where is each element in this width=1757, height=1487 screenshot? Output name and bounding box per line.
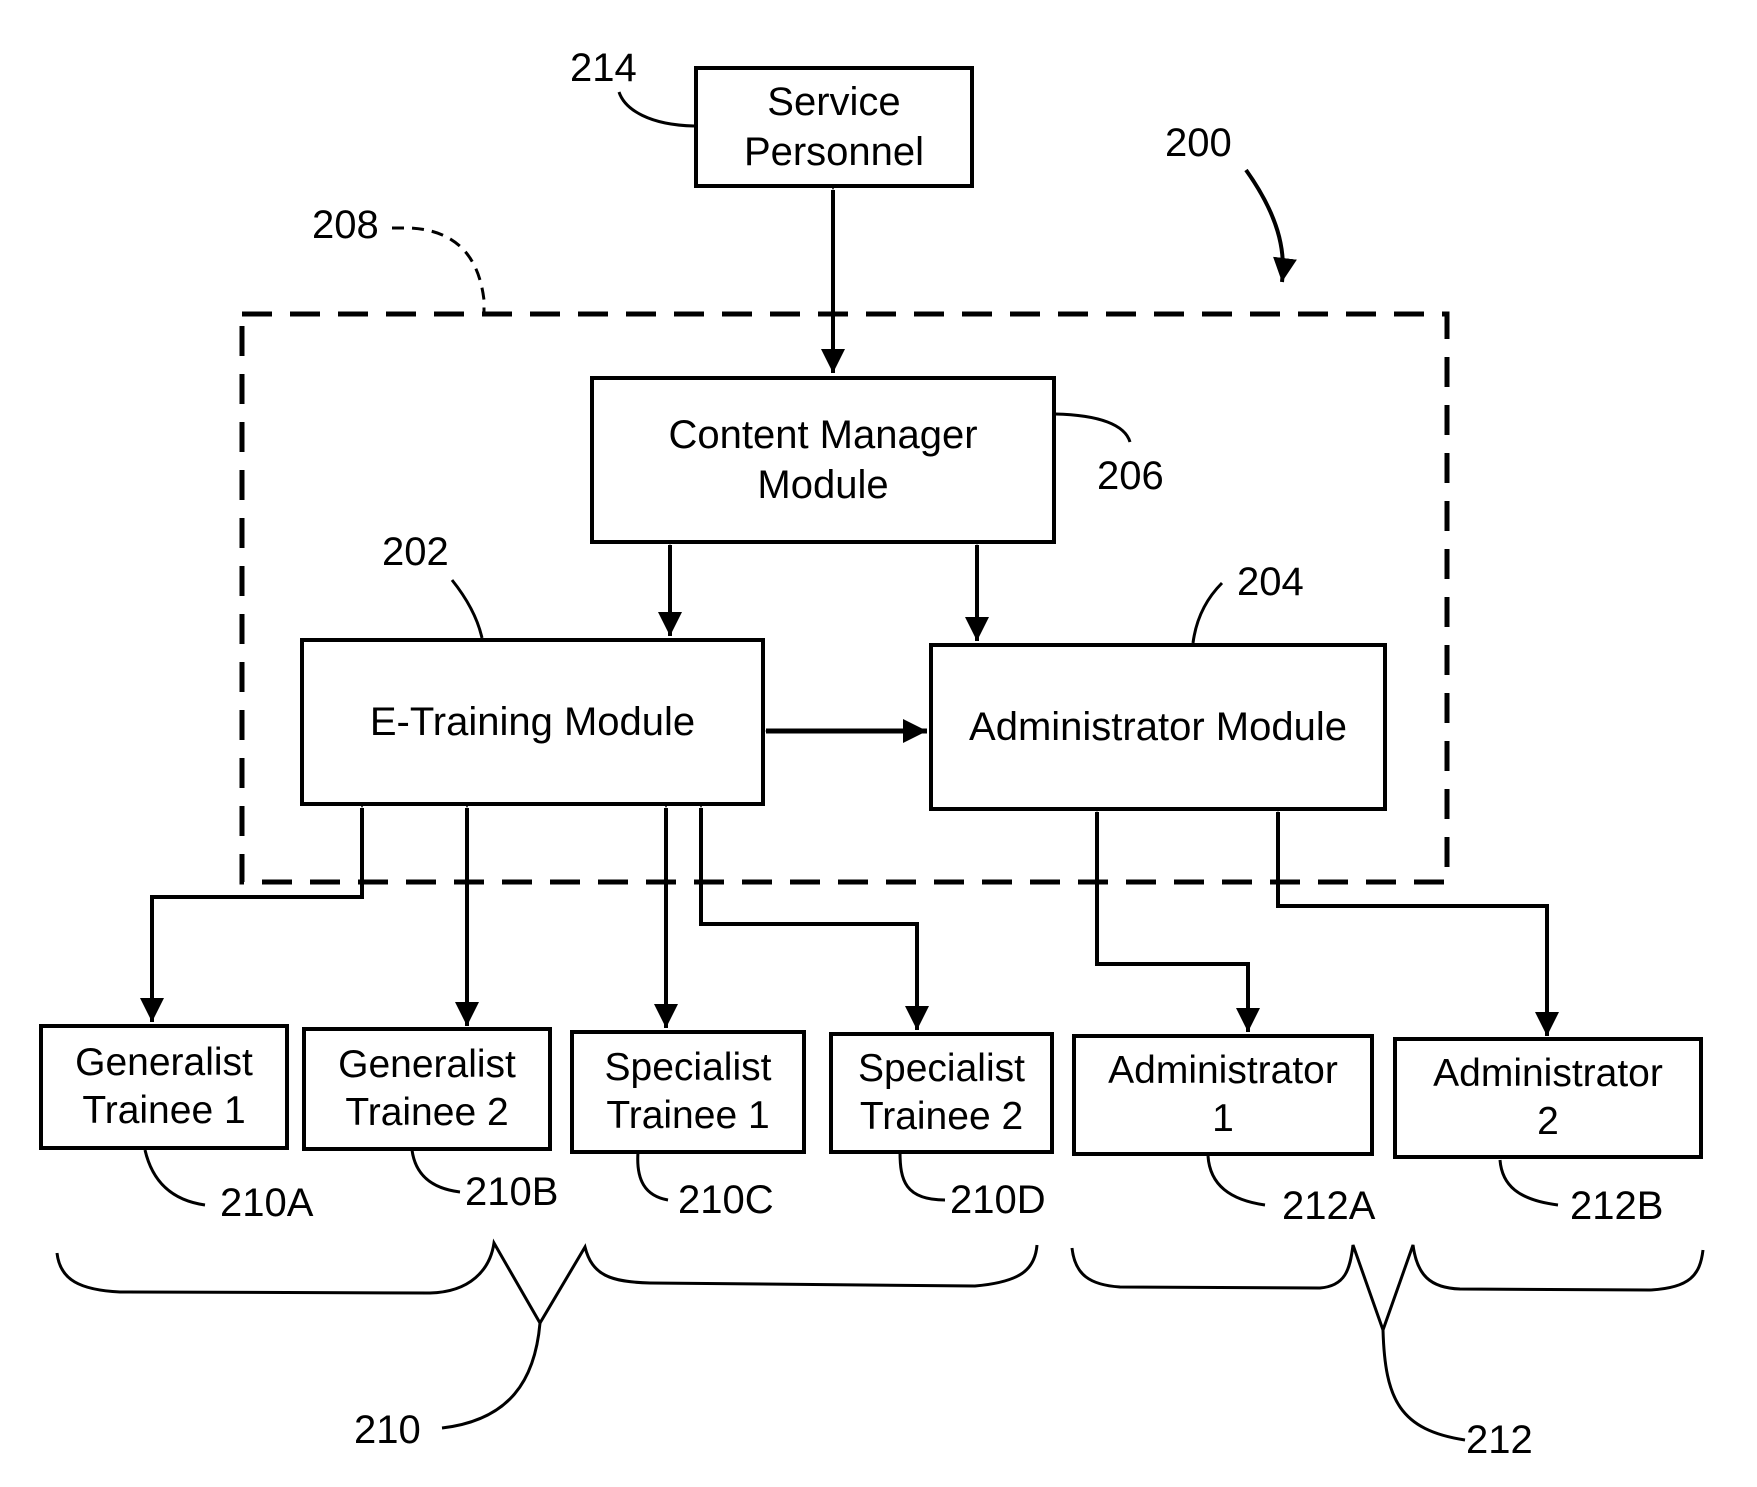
box-label-line: 2 (1537, 1100, 1559, 1143)
box-label-line: Administrator (1108, 1049, 1338, 1092)
leader-214 (617, 91, 695, 128)
administrator-2-box: Administrator 2 (1393, 1037, 1703, 1159)
leader-204 (1191, 581, 1224, 644)
ref-210B: 210B (465, 1170, 559, 1214)
box-label-line: Trainee 2 (859, 1095, 1024, 1138)
administrator-module-box: Administrator Module (929, 643, 1387, 811)
ref-212B: 212B (1570, 1184, 1664, 1228)
leader-208 (392, 226, 486, 314)
ref-208: 208 (312, 203, 379, 247)
ref-212A: 212A (1282, 1184, 1376, 1228)
brace-212 (1070, 1244, 1705, 1335)
administrator-module-label: Administrator Module (969, 705, 1347, 749)
service-personnel-box: Service Personnel (694, 66, 974, 188)
ref-210D: 210D (950, 1178, 1046, 1222)
leader-202 (450, 579, 484, 639)
generalist-trainee-2-box: Generalist Trainee 2 (302, 1027, 552, 1151)
content-manager-module-box: Content Manager Module (590, 376, 1056, 544)
ref-202: 202 (382, 530, 449, 574)
ref-212: 212 (1466, 1418, 1533, 1462)
content-manager-label-1: Content Manager (668, 413, 978, 457)
brace-210-leader (441, 1322, 542, 1430)
ref-210A: 210A (220, 1181, 314, 1225)
ref-210C: 210C (678, 1178, 774, 1222)
specialist-trainee-2-box: Specialist Trainee 2 (829, 1032, 1054, 1154)
specialist-trainee-1-box: Specialist Trainee 1 (570, 1030, 806, 1154)
leader-210A (143, 1149, 206, 1207)
box-label-line: Trainee 1 (606, 1094, 770, 1137)
box-label-line: Administrator (1433, 1052, 1663, 1095)
administrator-1-box: Administrator 1 (1072, 1034, 1374, 1156)
generalist-trainee-1-box: Generalist Trainee 1 (39, 1024, 289, 1150)
leader-206 (1054, 412, 1132, 443)
box-label-line: Trainee 2 (345, 1091, 509, 1134)
leader-210C (636, 1151, 669, 1202)
service-personnel-label-1: Service (767, 80, 901, 124)
leader-212B (1498, 1159, 1559, 1207)
e-training-module-box: E-Training Module (300, 638, 765, 806)
link-admin-a2 (1266, 788, 1559, 1036)
ref-200: 200 (1165, 121, 1232, 165)
leader-210B (410, 1149, 461, 1194)
brace-210 (55, 1238, 1039, 1326)
ref-210: 210 (354, 1408, 421, 1452)
link-etraining-gt1 (140, 784, 374, 1022)
leader-212A (1206, 1155, 1266, 1207)
ref-214: 214 (570, 46, 637, 90)
leader-210D (898, 1151, 946, 1202)
content-manager-label-2: Module (757, 463, 889, 507)
link-etraining-st2 (689, 784, 929, 1030)
box-label-line: Generalist (75, 1041, 253, 1084)
brace-212-leader (1381, 1329, 1466, 1442)
e-training-label: E-Training Module (369, 700, 696, 744)
link-admin-a1 (1085, 788, 1260, 1032)
box-label-line: Specialist (858, 1047, 1025, 1090)
box-label-line: Trainee 1 (82, 1089, 246, 1132)
box-label-line: Specialist (604, 1046, 772, 1089)
ref-206: 206 (1097, 454, 1164, 498)
box-label-line: 1 (1212, 1097, 1234, 1140)
ref-204: 204 (1237, 560, 1304, 604)
connector-layer (55, 91, 1705, 1442)
leader-200 (1244, 168, 1297, 283)
service-personnel-label-2: Personnel (743, 130, 925, 174)
box-label-line: Generalist (338, 1043, 516, 1086)
